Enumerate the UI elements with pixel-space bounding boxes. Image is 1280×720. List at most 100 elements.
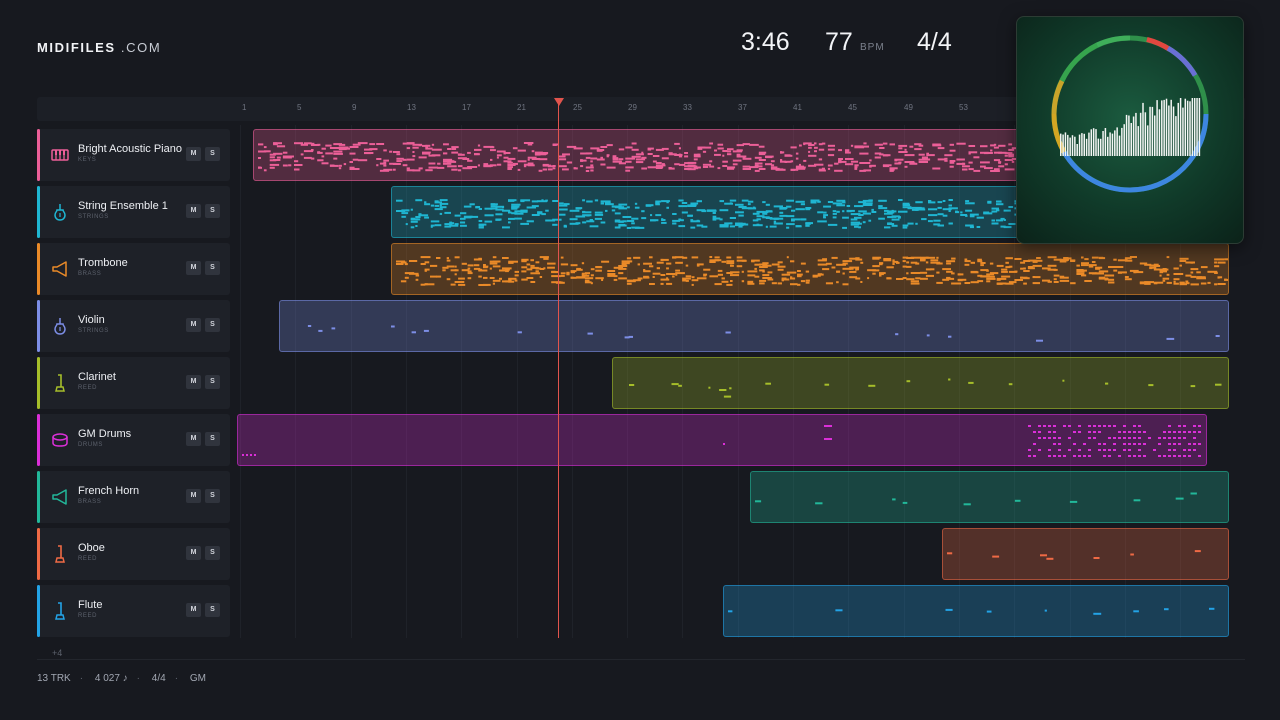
note [521,270,527,273]
note [1163,431,1166,433]
midi-clip-piano[interactable] [253,129,1023,181]
solo-button[interactable]: S [205,147,220,161]
midi-clip-french-horn[interactable] [750,471,1229,523]
solo-button[interactable]: S [205,489,220,503]
track-header-flute[interactable]: Flute REED M S [37,585,230,637]
track-header-violin[interactable]: Violin STRINGS M S [37,300,230,352]
note [1053,278,1057,281]
note [780,159,783,161]
note [447,148,452,150]
note [708,386,711,389]
solo-button[interactable]: S [205,261,220,275]
track-header-piano[interactable]: Bright Acoustic Piano KEYS M S [37,129,230,181]
note [1183,425,1186,427]
note [742,168,751,170]
note [1178,425,1181,427]
note [570,276,577,279]
mute-button[interactable]: M [186,603,201,617]
note [1058,455,1061,457]
note [1033,443,1036,445]
note [1053,455,1056,457]
track-header-strings[interactable]: String Ensemble 1 STRINGS M S [37,186,230,238]
note [949,165,954,168]
note [631,157,636,160]
solo-button[interactable]: S [205,432,220,446]
note [457,153,465,156]
note [800,203,805,206]
spectrum-bar [1102,131,1104,156]
midi-clip-oboe[interactable] [942,528,1229,580]
note [282,164,288,167]
note [678,225,686,228]
note [520,209,528,212]
track-header-french-horn[interactable]: French Horn BRASS M S [37,471,230,523]
note [1166,281,1172,284]
note [1159,274,1162,277]
mute-button[interactable]: M [186,489,201,503]
note [652,276,655,278]
midi-clip-flute[interactable] [723,585,1229,637]
mute-button[interactable]: M [186,147,201,161]
note [467,151,471,154]
track-header-clarinet[interactable]: Clarinet REED M S [37,357,230,409]
note [484,220,493,223]
note [850,160,859,163]
note [1008,265,1013,268]
note [1144,282,1151,285]
note [425,169,433,172]
note [523,165,527,168]
note [364,152,371,155]
solo-button[interactable]: S [205,204,220,218]
note [352,158,359,161]
bar-tick: 45 [848,103,857,112]
note [405,223,408,226]
note [415,216,421,218]
note [560,256,564,259]
track-header-oboe[interactable]: Oboe REED M S [37,528,230,580]
track-header-trombone[interactable]: Trombone BRASS M S [37,243,230,295]
note [936,271,940,274]
midi-clip-trombone[interactable] [391,243,1229,295]
midi-clip-strings[interactable] [391,186,1023,238]
playhead-handle[interactable] [554,98,564,106]
mute-button[interactable]: M [186,204,201,218]
mute-button[interactable]: M [186,318,201,332]
solo-button[interactable]: S [205,318,220,332]
note [412,151,415,153]
note [1053,437,1056,439]
more-tracks-label[interactable]: +4 [52,648,62,658]
note [1078,425,1081,427]
note [824,425,832,427]
note [410,217,416,220]
note [512,162,518,165]
midi-clip-clarinet[interactable] [612,357,1229,409]
midi-clip-violin[interactable] [279,300,1229,352]
note [420,283,426,286]
note [478,275,482,278]
note [714,283,722,286]
track-name: Bright Acoustic Piano [78,143,182,155]
note [520,199,531,202]
note [1215,383,1222,386]
note [404,263,408,266]
note [454,256,460,259]
note [827,144,835,147]
note [555,281,563,284]
solo-button[interactable]: S [205,603,220,617]
mute-button[interactable]: M [186,375,201,389]
note [754,165,763,168]
mute-button[interactable]: M [186,261,201,275]
track-header-drums[interactable]: GM Drums DRUMS M S [37,414,230,466]
solo-button[interactable]: S [205,375,220,389]
midi-clip-drums[interactable] [237,414,1207,466]
note [1008,206,1014,208]
note [1193,437,1196,439]
note [430,220,440,223]
note [1004,163,1008,166]
note [1093,557,1100,559]
note [1043,437,1046,439]
mute-button[interactable]: M [186,546,201,560]
mute-button[interactable]: M [186,432,201,446]
solo-button[interactable]: S [205,546,220,560]
playhead[interactable] [558,100,559,638]
